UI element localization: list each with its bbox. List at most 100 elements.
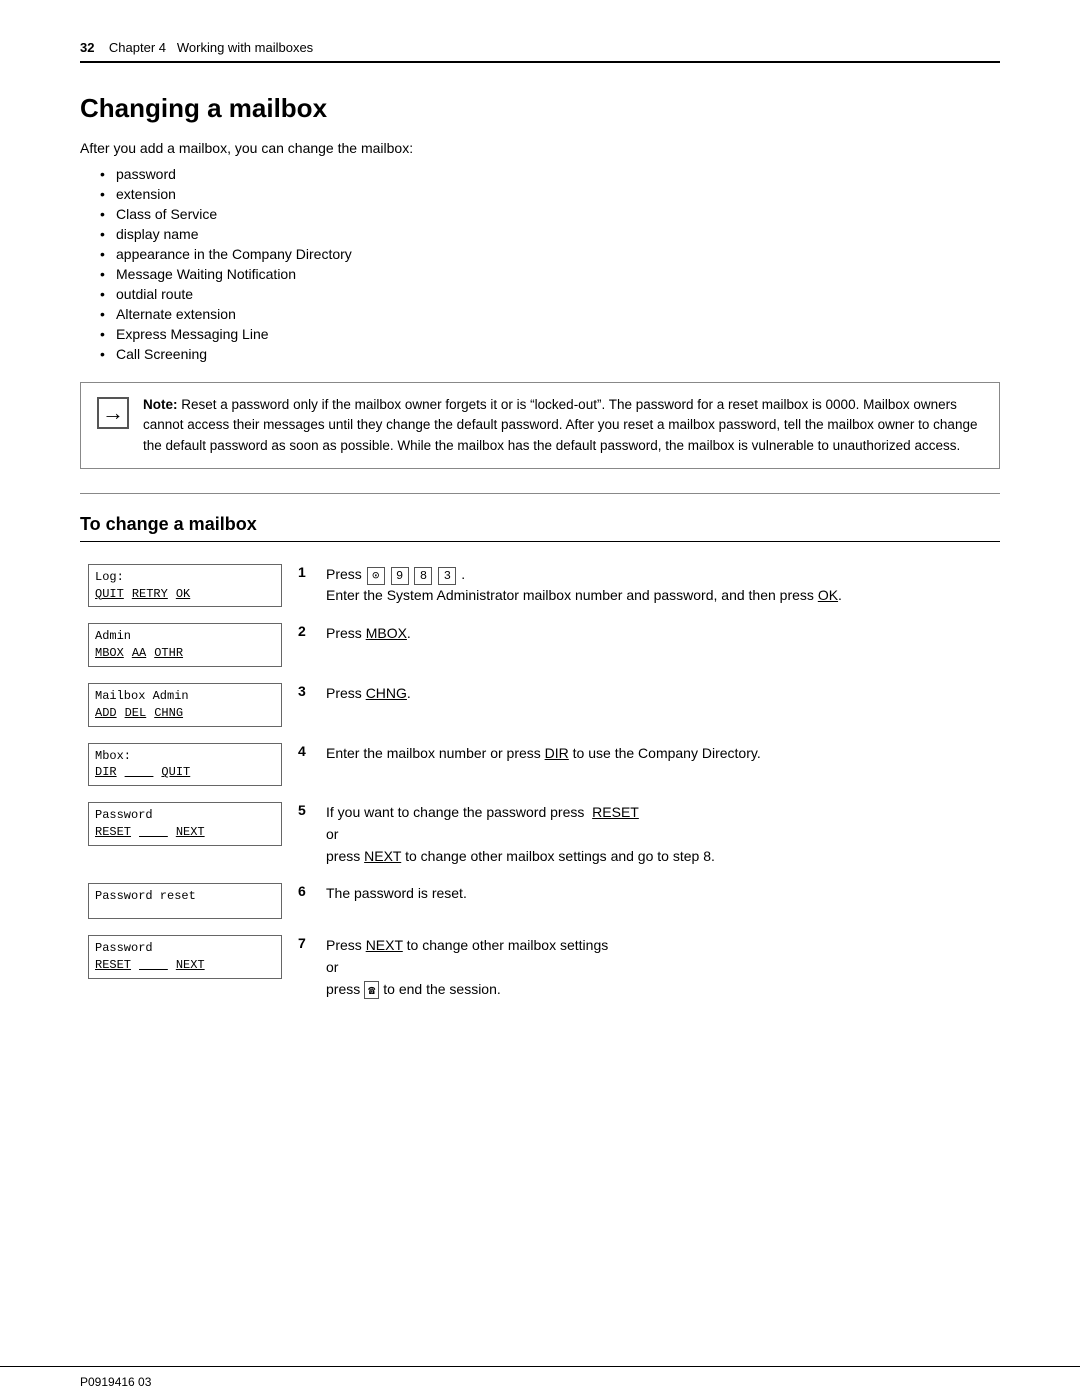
screen-btn: NEXT [176,957,205,974]
screen-display-6: Password reset [88,883,282,919]
screen-btn: QUIT [95,586,124,603]
screen-top-6: Password reset [95,888,275,905]
screen-top-3: Mailbox Admin [95,688,275,705]
table-row: Password RESET NEXT 5 If you want to cha… [80,796,1000,877]
header-text: 32 Chapter 4 Working with mailboxes [80,40,313,55]
list-item: extension [100,186,1000,202]
screen-btn: CHNG [154,705,183,722]
section-divider [80,493,1000,494]
screen-top-1: Log: [95,569,275,586]
part-number: P0919416 03 [80,1375,151,1389]
screen-cell-2: Admin MBOX AA OTHR [80,617,290,677]
step-desc-3: Press CHNG. [318,677,1000,737]
step-desc-1: Press ⊙ 9 8 3 . Enter the System Adminis… [318,558,1000,618]
screen-btns-7: RESET NEXT [95,957,275,974]
screen-btns-1: QUIT RETRY OK [95,586,275,603]
step-number-6: 6 [290,877,318,929]
note-content: Note: Reset a password only if the mailb… [143,395,983,456]
screen-btn: QUIT [161,764,190,781]
screen-display-7: Password RESET NEXT [88,935,282,979]
list-item: Alternate extension [100,306,1000,322]
screen-top-7: Password [95,940,275,957]
screen-btns-4: DIR QUIT [95,764,275,781]
list-item: Message Waiting Notification [100,266,1000,282]
screen-display-4: Mbox: DIR QUIT [88,743,282,787]
ok-key: OK [818,587,838,603]
table-row: Password reset 6 The password is reset. [80,877,1000,929]
step-number-7: 7 [290,929,318,1010]
screen-display-3: Mailbox Admin ADD DEL CHNG [88,683,282,727]
screen-btn: RESET [95,957,131,974]
page-container: 32 Chapter 4 Working with mailboxes Chan… [0,0,1080,1070]
screen-display-1: Log: QUIT RETRY OK [88,564,282,608]
list-item: appearance in the Company Directory [100,246,1000,262]
screen-top-4: Mbox: [95,748,275,765]
step-desc-5: If you want to change the password press… [318,796,1000,877]
step-number-4: 4 [290,737,318,797]
key-icon: 8 [414,567,432,585]
key-icon: ⊙ [367,567,385,585]
screen-btn: RESET [95,824,131,841]
step-desc-4: Enter the mailbox number or press DIR to… [318,737,1000,797]
page-title: Changing a mailbox [80,93,1000,124]
step-number-2: 2 [290,617,318,677]
step-desc-6: The password is reset. [318,877,1000,929]
section-title: To change a mailbox [80,514,1000,542]
screen-btn: MBOX [95,645,124,662]
table-row: Mailbox Admin ADD DEL CHNG 3 Press CHNG. [80,677,1000,737]
screen-btn: OTHR [154,645,183,662]
list-item: Express Messaging Line [100,326,1000,342]
mbox-key: MBOX [366,625,407,641]
screen-display-2: Admin MBOX AA OTHR [88,623,282,667]
key-icon: 3 [438,567,456,585]
step-desc-7: Press NEXT to change other mailbox setti… [318,929,1000,1010]
screen-display-5: Password RESET NEXT [88,802,282,846]
screen-top-2: Admin [95,628,275,645]
step-number-5: 5 [290,796,318,877]
table-row: Admin MBOX AA OTHR 2 Press MBOX. [80,617,1000,677]
next-key: NEXT [364,848,401,864]
page-header: 32 Chapter 4 Working with mailboxes [80,40,1000,63]
screen-cell-6: Password reset [80,877,290,929]
steps-table: Log: QUIT RETRY OK 1 Press ⊙ 9 8 3 [80,558,1000,1011]
bullet-list: password extension Class of Service disp… [100,166,1000,362]
screen-btn: AA [132,645,146,662]
note-label: Note: [143,397,178,412]
reset-key: RESET [592,804,639,820]
note-arrow-icon: → [97,397,129,429]
screen-btns-2: MBOX AA OTHR [95,645,275,662]
list-item: display name [100,226,1000,242]
screen-btns-5: RESET NEXT [95,824,275,841]
screen-cell-1: Log: QUIT RETRY OK [80,558,290,618]
screen-btn [139,957,168,974]
chng-key: CHNG [366,685,407,701]
screen-btn [139,824,168,841]
list-item: password [100,166,1000,182]
list-item: Call Screening [100,346,1000,362]
dir-key: DIR [545,745,569,761]
screen-cell-7: Password RESET NEXT [80,929,290,1010]
intro-text: After you add a mailbox, you can change … [80,140,1000,156]
note-box: → Note: Reset a password only if the mai… [80,382,1000,469]
screen-cell-4: Mbox: DIR QUIT [80,737,290,797]
screen-top-5: Password [95,807,275,824]
screen-btn: ADD [95,705,117,722]
step-number-1: 1 [290,558,318,618]
table-row: Log: QUIT RETRY OK 1 Press ⊙ 9 8 3 [80,558,1000,618]
table-row: Mbox: DIR QUIT 4 Enter the mailbox numbe… [80,737,1000,797]
step-desc-2: Press MBOX. [318,617,1000,677]
screen-cell-5: Password RESET NEXT [80,796,290,877]
screen-btn: NEXT [176,824,205,841]
screen-btn: RETRY [132,586,168,603]
list-item: Class of Service [100,206,1000,222]
list-item: outdial route [100,286,1000,302]
screen-btns-3: ADD DEL CHNG [95,705,275,722]
screen-btn [125,764,154,781]
key-icon: 9 [391,567,409,585]
step-number-3: 3 [290,677,318,737]
page-footer: P0919416 03 [0,1366,1080,1397]
telephone-icon: ☎ [364,981,379,999]
table-row: Password RESET NEXT 7 Press NEXT to chan… [80,929,1000,1010]
screen-btn: OK [176,586,190,603]
screen-cell-3: Mailbox Admin ADD DEL CHNG [80,677,290,737]
